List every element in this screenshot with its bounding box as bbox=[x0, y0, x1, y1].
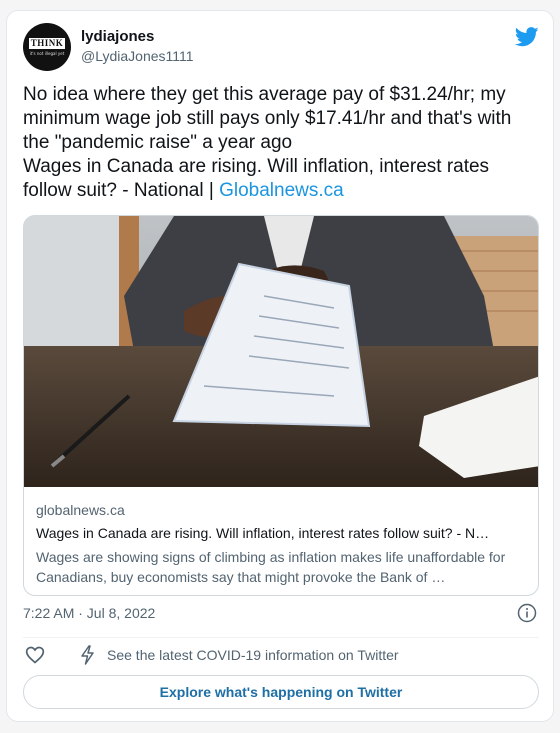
tweet-header: THINK it's not illegal yet lydiajones @L… bbox=[23, 23, 539, 73]
preview-title: Wages in Canada are rising. Will inflati… bbox=[36, 525, 490, 541]
user-name[interactable]: lydiajones bbox=[81, 28, 154, 45]
explore-button[interactable]: Explore what's happening on Twitter bbox=[23, 675, 539, 709]
preview-description: Wages are showing signs of climbing as i… bbox=[36, 549, 506, 585]
avatar-tagline: it's not illegal yet bbox=[29, 51, 65, 56]
twitter-bird-icon[interactable] bbox=[515, 27, 539, 47]
avatar[interactable]: THINK it's not illegal yet bbox=[23, 23, 71, 71]
preview-image bbox=[24, 216, 538, 487]
heart-icon[interactable] bbox=[25, 645, 45, 665]
tweet-timestamp[interactable]: 7:22 AM · Jul 8, 2022 bbox=[23, 605, 155, 621]
tweet-headline-line: Wages in Canada are rising. Will inflati… bbox=[23, 155, 539, 203]
covid-info-link[interactable]: See the latest COVID-19 information on T… bbox=[107, 647, 399, 663]
tweet-link[interactable]: Globalnews.ca bbox=[219, 180, 344, 201]
info-icon[interactable] bbox=[517, 603, 537, 623]
divider bbox=[23, 637, 539, 638]
bolt-icon[interactable] bbox=[79, 645, 97, 665]
preview-domain: globalnews.ca bbox=[36, 502, 125, 518]
preview-meta: globalnews.ca Wages in Canada are rising… bbox=[36, 502, 526, 587]
avatar-logo: THINK bbox=[29, 38, 65, 49]
tweet-card: THINK it's not illegal yet lydiajones @L… bbox=[6, 10, 554, 722]
tweet-body: No idea where they get this average pay … bbox=[23, 84, 512, 153]
tweet-text: No idea where they get this average pay … bbox=[23, 83, 539, 203]
link-preview-card[interactable]: globalnews.ca Wages in Canada are rising… bbox=[23, 215, 539, 596]
user-handle[interactable]: @LydiaJones1111 bbox=[81, 48, 194, 64]
